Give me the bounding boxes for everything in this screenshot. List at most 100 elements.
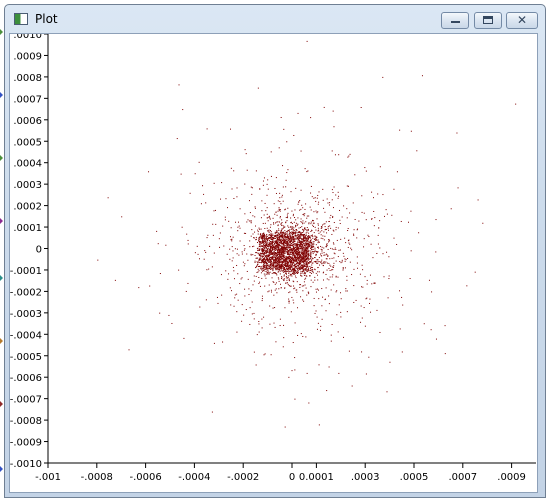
scatter-point [260,259,262,261]
scatter-point [270,261,272,263]
scatter-point [325,273,327,275]
scatter-point [301,265,303,267]
scatter-point [365,373,367,375]
scatter-point [280,249,282,251]
scatter-point [271,243,273,245]
scatter-point [332,274,334,276]
x-tick-label: 0 [289,472,295,483]
scatter-point [293,134,295,136]
scatter-point [265,210,267,212]
scatter-point [138,287,140,289]
scatter-point [295,265,297,267]
scatter-point [266,235,268,237]
scatter-point [298,256,300,258]
scatter-point [303,236,305,238]
scatter-point [277,238,279,240]
scatter-point [301,231,303,233]
scatter-point [315,239,317,241]
scatter-point [304,238,306,240]
scatter-point [273,272,275,274]
scatter-point [326,262,328,264]
scatter-point [299,260,301,262]
scatter-point [270,234,272,236]
scatter-point [213,252,215,254]
scatter-point [265,250,267,252]
scatter-point [272,246,274,248]
scatter-point [274,235,276,237]
scatter-point [263,266,265,268]
scatter-point [280,265,282,267]
scatter-point [291,210,293,212]
title-bar[interactable]: Plot ✕ [5,5,545,33]
scatter-point [310,269,312,271]
scatter-point [294,369,296,371]
scatter-point [312,248,314,250]
scatter-point [370,243,372,245]
scatter-point [339,249,341,251]
scatter-point [230,239,232,241]
scatter-point [256,257,258,259]
scatter-point [283,239,285,241]
scatter-point [310,192,312,194]
scatter-point [327,225,329,227]
scatter-point [295,219,297,221]
y-tick-label: -.0004 [10,330,42,341]
scatter-point [259,262,261,264]
plot-area[interactable]: .0010.0009.0008.0007.0006.0005.0004.0003… [9,30,538,493]
scatter-point [285,179,287,181]
scatter-point [312,220,314,222]
close-button[interactable]: ✕ [506,12,538,29]
scatter-point [255,364,257,366]
scatter-point [331,189,333,191]
scatter-point [379,220,381,222]
scatter-point [290,254,292,256]
scatter-point [297,244,299,246]
scatter-point [297,253,299,255]
scatter-point [275,256,277,258]
scatter-point [285,270,287,272]
scatter-point [275,211,277,213]
scatter-point [288,298,290,300]
scatter-point [399,129,401,131]
scatter-point [233,197,235,199]
scatter-point [280,116,282,118]
scatter-point [360,321,362,323]
scatter-point [272,268,274,270]
scatter-point [273,260,275,262]
scatter-point [273,222,275,224]
scatter-point [272,265,274,267]
scatter-point [304,242,306,244]
scatter-point [277,221,279,223]
scatter-point [312,235,314,237]
scatter-point [298,246,300,248]
scatter-point [307,228,309,230]
scatter-point [291,240,293,242]
scatter-point [293,288,295,290]
scatter-point [290,262,292,264]
scatter-point [354,174,356,176]
scatter-point [296,281,298,283]
scatter-point [450,208,452,210]
scatter-point [360,106,362,108]
scatter-point [291,272,293,274]
scatter-point [159,273,161,275]
scatter-point [379,166,381,168]
scatter-point [317,211,319,213]
maximize-button[interactable] [474,12,502,29]
scatter-point [294,398,296,400]
scatter-chart[interactable]: .0010.0009.0008.0007.0006.0005.0004.0003… [10,30,537,492]
scatter-point [316,218,318,220]
scatter-point [279,241,281,243]
scatter-point [400,220,402,222]
scatter-point [297,203,299,205]
plot-window-icon[interactable] [14,13,28,25]
scatter-point [388,256,390,258]
minimize-button[interactable] [441,12,469,29]
scatter-point [253,280,255,282]
scatter-point [274,245,276,247]
scatter-point [315,237,317,239]
scatter-point [373,225,375,227]
scatter-point [310,266,312,268]
scatter-point [311,267,313,269]
scatter-point [305,287,307,289]
